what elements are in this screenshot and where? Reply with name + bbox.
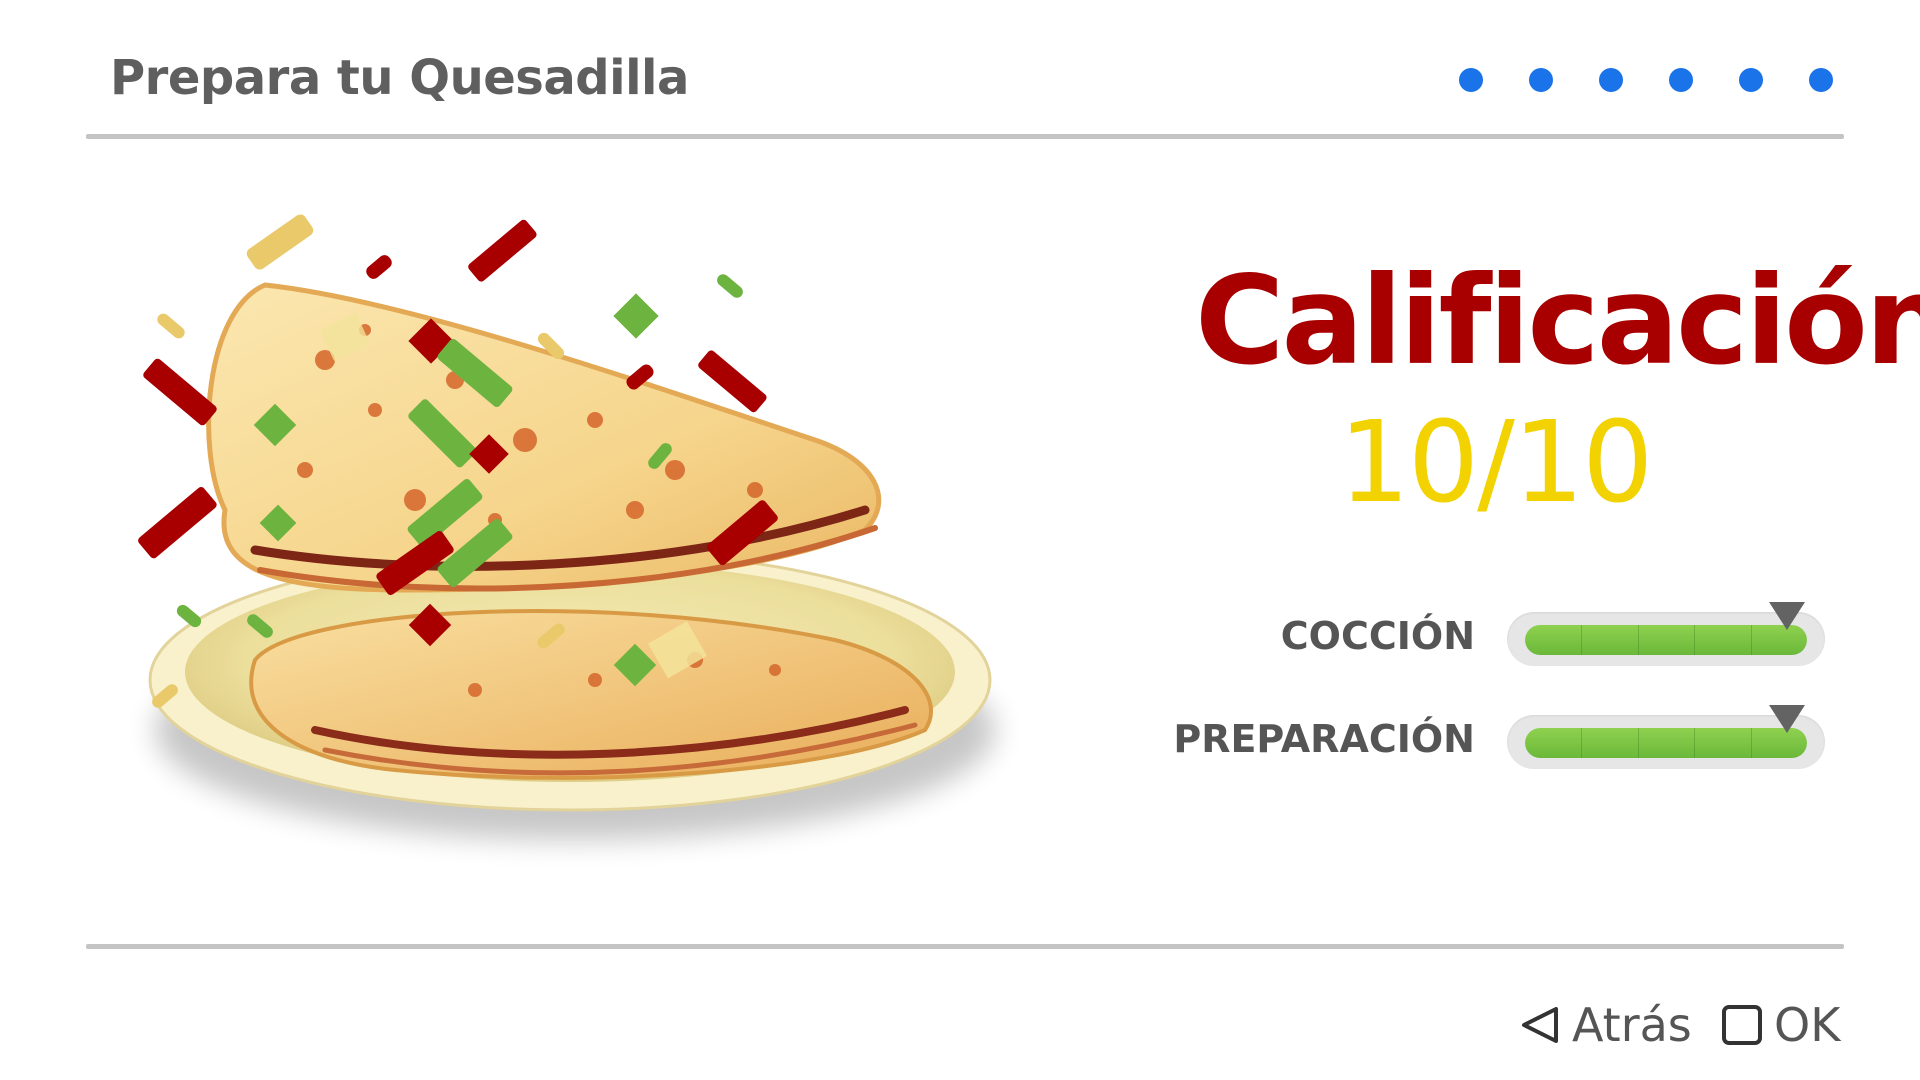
- stat-row-coccion: COCCIÓN: [1160, 602, 1825, 666]
- back-button[interactable]: Atrás: [1518, 998, 1692, 1052]
- progress-dot: [1739, 68, 1763, 92]
- ok-button-label: OK: [1774, 998, 1841, 1052]
- preparacion-target-marker-icon: [1769, 705, 1806, 733]
- coccion-target-marker-icon: [1769, 602, 1806, 630]
- progress-dot: [1529, 68, 1553, 92]
- game-screen: Prepara tu Quesadilla Calificación 10/10…: [0, 0, 1920, 1080]
- page-title: Prepara tu Quesadilla: [110, 50, 689, 106]
- preparacion-meter: [1507, 705, 1825, 769]
- back-button-label: Atrás: [1572, 998, 1692, 1052]
- coccion-meter-fill: [1525, 625, 1807, 655]
- progress-dot: [1599, 68, 1623, 92]
- triangle-left-icon: [1522, 1007, 1558, 1043]
- progress-dot: [1459, 68, 1483, 92]
- square-button-icon: [1722, 1005, 1762, 1045]
- ok-button[interactable]: OK: [1720, 998, 1840, 1052]
- bottom-divider: [86, 944, 1844, 949]
- score-value: 10/10: [1338, 398, 1654, 528]
- upper-tortilla: [206, 282, 882, 593]
- progress-dot: [1669, 68, 1693, 92]
- preparacion-meter-fill: [1525, 728, 1807, 758]
- coccion-meter: [1507, 602, 1825, 666]
- top-divider: [86, 134, 1844, 139]
- stat-label-coccion: COCCIÓN: [1280, 614, 1475, 658]
- coccion-meter-track: [1525, 625, 1807, 655]
- progress-dots: [1459, 68, 1833, 92]
- stat-row-preparacion: PREPARACIÓN: [1160, 705, 1825, 769]
- progress-dot: [1809, 68, 1833, 92]
- score-label: Calificación: [1195, 250, 1920, 392]
- quesadilla-illustration: [138, 214, 995, 840]
- stat-label-preparacion: PREPARACIÓN: [1173, 717, 1475, 761]
- preparacion-meter-track: [1525, 728, 1807, 758]
